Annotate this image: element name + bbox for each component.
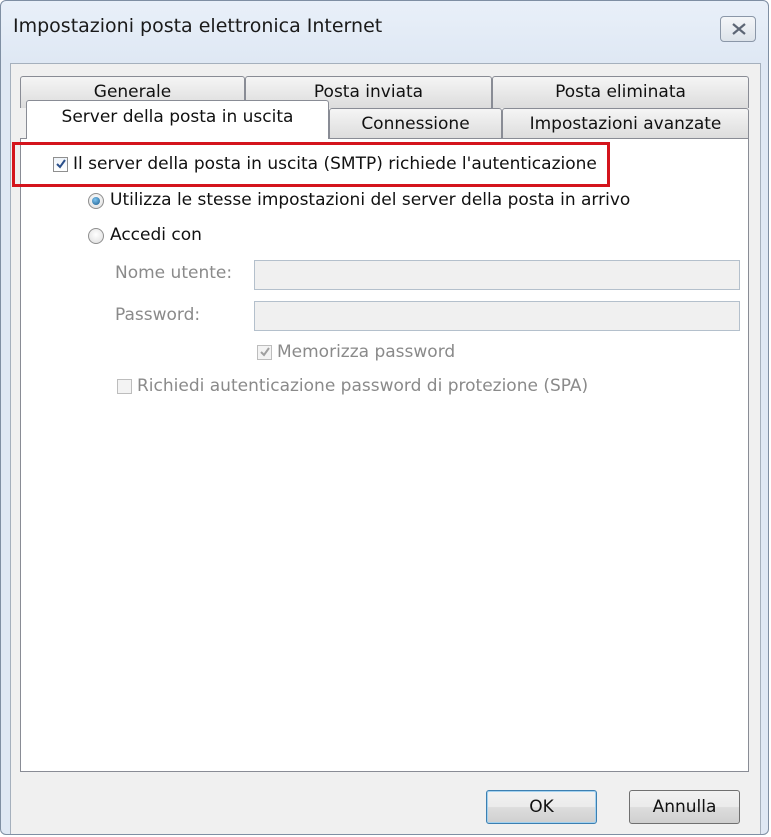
tab-label: Impostazioni avanzate [529, 114, 722, 134]
login-with-radio[interactable] [88, 228, 104, 244]
radio-selected-dot [92, 197, 100, 205]
tab-label: Posta eliminata [555, 82, 686, 102]
spa-checkbox[interactable] [117, 379, 132, 394]
tab-posta-eliminata[interactable]: Posta eliminata [492, 76, 749, 108]
tab-impostazioni-avanzate[interactable]: Impostazioni avanzate [502, 108, 749, 139]
tab-server-posta-uscita[interactable]: Server della posta in uscita [26, 100, 329, 139]
title-bar[interactable]: Impostazioni posta elettronica Internet [1, 1, 768, 63]
use-same-settings-radio[interactable] [88, 193, 104, 209]
checkmark-icon [260, 347, 270, 357]
highlight-box [12, 142, 610, 187]
login-with-label: Accedi con [110, 225, 202, 245]
dialog-window: Impostazioni posta elettronica Internet … [0, 0, 769, 835]
tab-label: Connessione [361, 114, 470, 134]
spa-label: Richiedi autenticazione password di prot… [137, 376, 589, 396]
use-same-settings-label: Utilizza le stesse impostazioni del serv… [110, 190, 631, 210]
username-input[interactable] [254, 260, 740, 290]
close-icon [732, 23, 746, 35]
password-input[interactable] [254, 301, 740, 331]
dialog-client-area: Generale Posta inviata Posta eliminata S… [10, 63, 761, 834]
tab-panel: Il server della posta in uscita (SMTP) r… [12, 138, 749, 772]
tab-label: Server della posta in uscita [61, 107, 294, 127]
password-label: Password: [115, 305, 201, 325]
cancel-button[interactable]: Annulla [629, 790, 740, 824]
remember-password-checkbox[interactable] [257, 345, 272, 360]
remember-password-label: Memorizza password [277, 342, 456, 362]
close-button[interactable] [720, 16, 756, 42]
window-title: Impostazioni posta elettronica Internet [13, 15, 383, 37]
tab-connessione[interactable]: Connessione [329, 108, 502, 139]
ok-button[interactable]: OK [486, 790, 597, 824]
tab-label: Generale [93, 82, 172, 102]
tab-label: Posta inviata [313, 82, 424, 102]
username-label: Nome utente: [115, 263, 233, 283]
